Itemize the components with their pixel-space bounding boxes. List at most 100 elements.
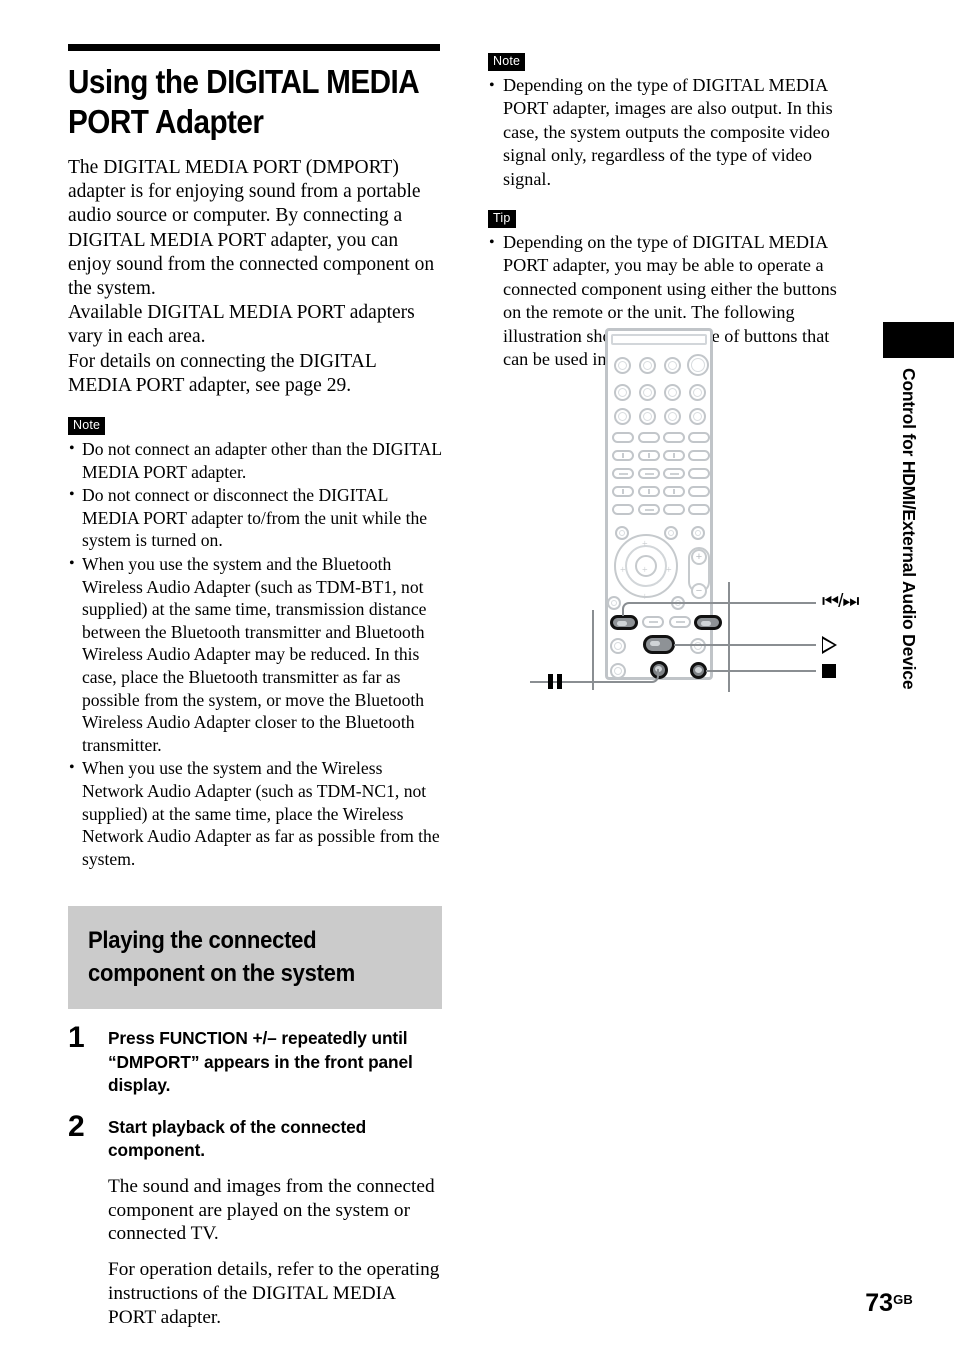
title-rule [68,44,440,51]
remote-button-skip-back [610,615,638,630]
side-tab-mark [883,322,954,358]
remote-button-pill [669,616,691,628]
step-1: 1 Press FUNCTION +/– repeatedly until “D… [68,1021,442,1098]
button-tick [669,472,679,475]
remote-button-pill [688,450,710,461]
page-number-suffix: GB [893,1292,913,1307]
remote-button-circle [610,638,626,654]
tip-badge: Tip [488,210,516,229]
remote-button-play [643,635,675,654]
section-header-line-1: Playing the connected [88,927,317,955]
left-note-badge-row: Note [68,416,442,436]
intro-paragraph-3: For details on connecting the DIGITAL ME… [68,350,377,396]
list-item: Depending on the type of DIGITAL MEDIA P… [488,74,858,191]
leader-line-stop [706,670,816,672]
step-2: 2 Start playback of the connected compon… [68,1110,442,1163]
left-note-list: Do not connect an adapter other than the… [68,438,442,870]
remote-button-circle [614,408,631,425]
remote-button-pill [688,468,710,479]
skip-previous-icon: ⏮ [822,591,839,612]
volume-minus-icon: − [691,583,707,599]
step-2-body-1: The sound and images from the connected … [108,1175,435,1245]
list-item: When you use the system and the Bluetoot… [68,553,442,756]
remote-button-pill [612,450,634,461]
pause-icon-bar-right [557,674,562,689]
remote-button-pill [688,432,710,443]
remote-button-pill [638,468,660,479]
remote-button-pill [638,504,660,515]
remote-button-circle [639,357,656,374]
guide-rule-right [728,582,730,692]
remote-button-pill [688,486,710,497]
section-header: Playing the connected component on the s… [68,906,442,1010]
remote-button-circle [614,384,631,401]
callout-skip-label: ⏮/⏭ [822,591,860,612]
remote-button-pill [688,504,710,515]
page-title: Using the DIGITAL MEDIA PORT Adapter [68,63,419,140]
remote-button-pill [663,432,685,443]
guide-rule-left [592,610,594,690]
remote-button-circle [615,526,629,540]
list-item: Do not connect an adapter other than the… [68,438,442,483]
note-badge: Note [488,53,526,71]
remote-button-circle [690,638,706,654]
button-tick [648,489,650,494]
note-badge: Note [68,417,106,436]
button-tick [622,453,624,458]
volume-plus-icon: + [691,549,707,565]
remote-button-pill [663,468,685,479]
side-tab-label: Control for HDMI/External Audio Device [899,368,919,690]
leader-line-pause [570,669,659,683]
dpad-right-icon: + [666,565,672,576]
remote-button-pill [663,450,685,461]
button-tick [675,621,685,623]
remote-button-pill [638,432,660,443]
remote-button-circle [664,357,681,374]
remote-button-pill [638,486,660,497]
step-text: Start playback of the connected componen… [108,1116,367,1161]
remote-button-circle [607,596,621,610]
remote-button-circle [664,384,681,401]
button-tick [644,472,654,475]
page-number: 73GB [0,1286,913,1317]
intro-paragraph-1: The DIGITAL MEDIA PORT (DMPORT) adapter … [68,157,435,300]
remote-button-pill [612,486,634,497]
remote-button-circle [664,408,681,425]
remote-button-skip-forward [694,615,722,630]
dpad-up-icon: + [642,539,648,550]
page-number-value: 73 [865,1289,894,1317]
play-icon-inner [823,639,834,651]
list-item: Do not connect or disconnect the DIGITAL… [68,484,442,552]
remote-button-circle [689,384,706,401]
list-item: When you use the system and the Wireless… [68,757,442,870]
button-tick [648,621,658,623]
skip-next-icon: ⏭ [842,591,859,612]
right-note-list: Depending on the type of DIGITAL MEDIA P… [488,74,858,191]
remote-button-circle [687,354,709,376]
remote-button-circle [689,408,706,425]
remote-button-circle [639,384,656,401]
remote-button-pill [663,504,685,515]
step-text: Press FUNCTION +/– repeatedly until “DMP… [108,1028,413,1096]
remote-button-circle [664,526,678,540]
step-number: 1 [68,1021,85,1055]
button-tick [622,489,624,494]
remote-button-pill [663,486,685,497]
remote-button-pill [638,450,660,461]
button-tick [644,508,654,511]
remote-button-pill [612,504,634,515]
button-tick [648,453,650,458]
remote-button-pill [612,468,634,479]
step-number: 2 [68,1109,85,1143]
right-tip-badge-row: Tip [488,209,858,229]
left-column: Using the DIGITAL MEDIA PORT Adapter The… [68,44,442,1330]
stop-icon [822,664,836,678]
section-header-line-2: component on the system [88,960,356,988]
remote-button-stop [690,662,707,679]
remote-display-bar [611,334,707,345]
dpad-center-icon: + [642,565,648,576]
leader-line-play [674,644,816,646]
button-tick [673,453,675,458]
play-icon [822,636,837,654]
button-tick [618,472,628,475]
